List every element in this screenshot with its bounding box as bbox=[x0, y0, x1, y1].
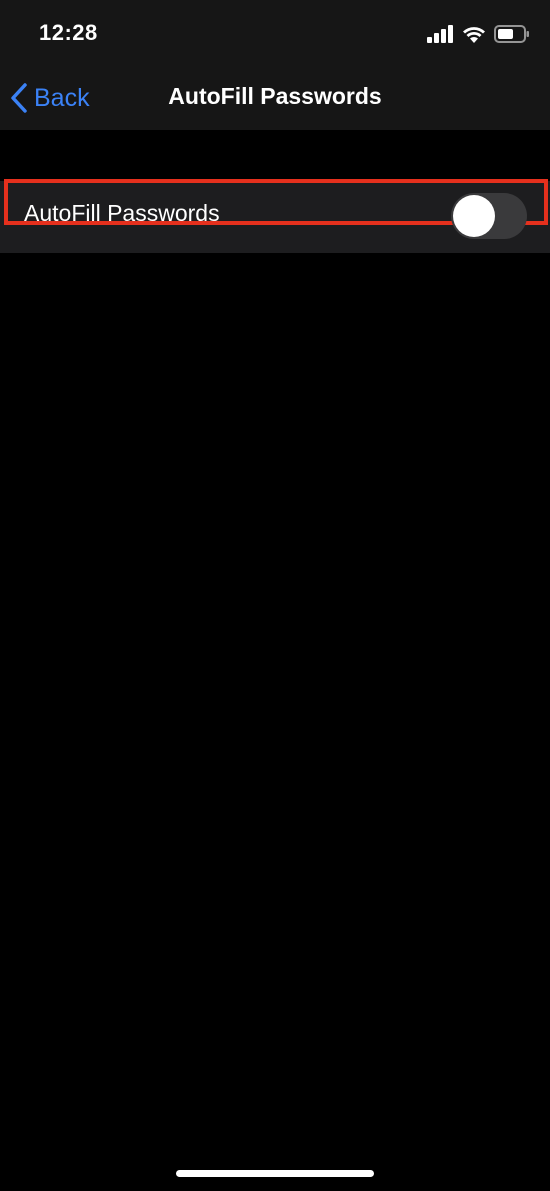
autofill-passwords-toggle[interactable] bbox=[451, 193, 527, 239]
autofill-passwords-label: AutoFill Passwords bbox=[24, 200, 220, 226]
status-time: 12:28 bbox=[39, 20, 98, 45]
toggle-knob bbox=[453, 195, 495, 237]
battery-icon bbox=[494, 25, 530, 43]
top-bar: 12:28 Back AutoFill Passwords bbox=[0, 0, 550, 130]
cellular-signal-icon bbox=[427, 25, 454, 43]
wifi-icon bbox=[462, 25, 486, 43]
home-indicator[interactable] bbox=[176, 1170, 374, 1177]
page-title: AutoFill Passwords bbox=[168, 83, 382, 109]
status-icons bbox=[427, 22, 530, 46]
screen: 12:28 Back AutoFill Passwords AutoFill P… bbox=[0, 0, 550, 1191]
